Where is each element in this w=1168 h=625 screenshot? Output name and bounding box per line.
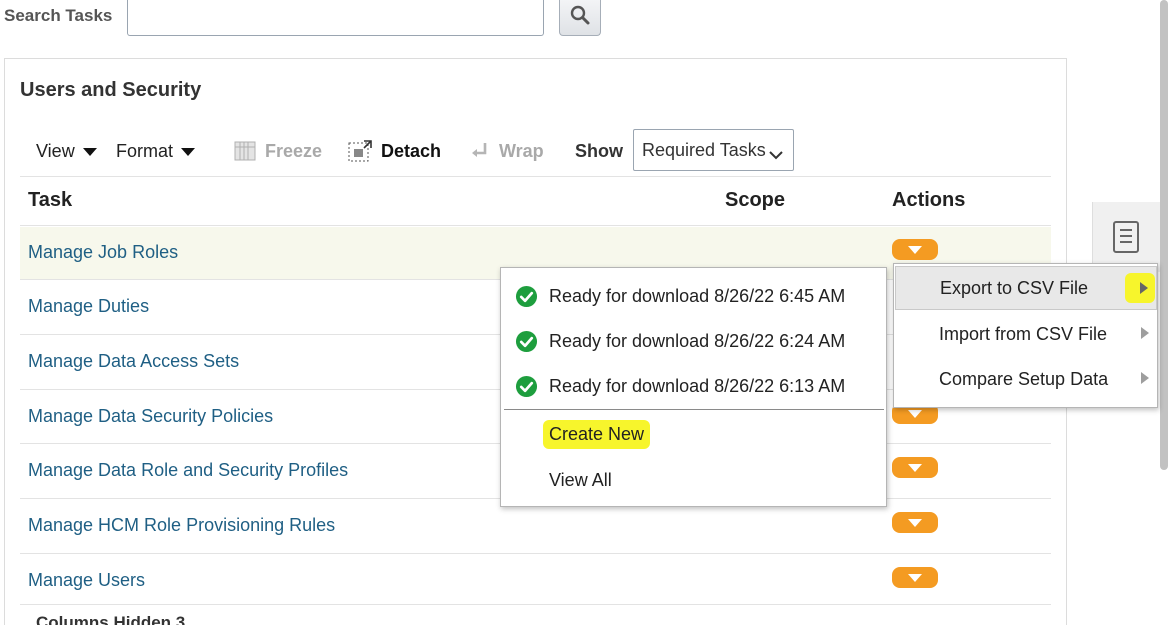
check-circle-icon <box>515 285 538 308</box>
download-item-label: Ready for download 8/26/22 6:13 AM <box>549 376 846 396</box>
task-link-manage-users[interactable]: Manage Users <box>28 570 145 591</box>
check-circle-icon <box>515 375 538 398</box>
popup-divider <box>504 409 884 410</box>
detach-button[interactable]: Detach <box>348 140 441 162</box>
create-new-link[interactable]: Create New <box>543 420 651 449</box>
search-tasks-label: Search Tasks <box>4 6 113 25</box>
header-divider <box>20 225 1051 226</box>
task-link-manage-data-role-security-profiles[interactable]: Manage Data Role and Security Profiles <box>28 460 348 481</box>
document-list-icon <box>1113 221 1139 253</box>
actions-dropdown-button[interactable] <box>892 457 938 478</box>
wrap-button[interactable]: Wrap <box>470 140 544 162</box>
show-select[interactable]: Required Tasks <box>633 129 794 171</box>
search-button[interactable] <box>559 0 601 36</box>
table-top-divider <box>20 176 1051 177</box>
download-item[interactable]: Ready for download 8/26/22 6:45 AM <box>515 285 845 308</box>
actions-menu: Export to CSV File Import from CSV File … <box>893 263 1158 408</box>
wrap-icon <box>470 141 490 161</box>
task-link-manage-data-access-sets[interactable]: Manage Data Access Sets <box>28 351 239 372</box>
menu-item-label: Compare Setup Data <box>939 368 1109 389</box>
caret-down-icon <box>181 148 196 156</box>
submenu-arrow-icon <box>1141 372 1149 384</box>
row-divider <box>20 553 1051 554</box>
vertical-scrollbar[interactable] <box>1160 0 1168 470</box>
actions-dropdown-button[interactable] <box>892 512 938 533</box>
menu-item-import-csv[interactable]: Import from CSV File <box>895 312 1157 356</box>
side-panel-tab[interactable] <box>1092 202 1168 272</box>
actions-dropdown-button[interactable] <box>892 567 938 588</box>
menu-item-label: Import from CSV File <box>939 323 1108 344</box>
column-header-task[interactable]: Task <box>28 189 72 212</box>
task-link-manage-job-roles[interactable]: Manage Job Roles <box>28 242 178 263</box>
view-all-link[interactable]: View All <box>549 470 612 491</box>
view-menu[interactable]: View <box>36 140 97 162</box>
submenu-arrow-icon <box>1141 327 1149 339</box>
task-link-manage-duties[interactable]: Manage Duties <box>28 296 149 317</box>
task-link-manage-data-security-policies[interactable]: Manage Data Security Policies <box>28 406 273 427</box>
wrap-label: Wrap <box>499 140 544 161</box>
format-menu[interactable]: Format <box>116 140 196 162</box>
freeze-label: Freeze <box>265 140 323 161</box>
chevron-down-icon <box>769 144 783 165</box>
format-label: Format <box>116 140 174 161</box>
show-label: Show <box>575 140 623 161</box>
download-item-label: Ready for download 8/26/22 6:45 AM <box>549 286 846 306</box>
caret-down-icon <box>82 148 97 156</box>
menu-item-export-csv[interactable]: Export to CSV File <box>895 266 1157 310</box>
magnifier-icon <box>569 4 591 31</box>
view-label: View <box>36 140 75 161</box>
download-item[interactable]: Ready for download 8/26/22 6:13 AM <box>515 375 845 398</box>
row-divider <box>20 604 1051 605</box>
task-link-manage-hcm-role-provisioning-rules[interactable]: Manage HCM Role Provisioning Rules <box>28 515 335 536</box>
export-downloads-popup: Ready for download 8/26/22 6:45 AM Ready… <box>500 267 887 507</box>
detach-label: Detach <box>381 140 442 161</box>
freeze-columns-icon <box>234 141 256 161</box>
panel-title: Users and Security <box>20 79 202 101</box>
detach-icon <box>348 140 372 162</box>
menu-item-compare-setup-data[interactable]: Compare Setup Data <box>895 357 1157 401</box>
freeze-button[interactable]: Freeze <box>234 140 322 162</box>
columns-hidden-status: Columns Hidden 3 <box>36 613 186 625</box>
check-circle-icon <box>515 330 538 353</box>
actions-dropdown-button[interactable] <box>892 239 938 260</box>
menu-item-label: Export to CSV File <box>940 277 1089 298</box>
download-item[interactable]: Ready for download 8/26/22 6:24 AM <box>515 330 845 353</box>
download-item-label: Ready for download 8/26/22 6:24 AM <box>549 331 846 351</box>
column-header-scope[interactable]: Scope <box>725 189 785 212</box>
show-selected-value: Required Tasks <box>642 139 766 160</box>
column-header-actions[interactable]: Actions <box>892 189 965 212</box>
search-tasks-input[interactable] <box>127 0 544 36</box>
submenu-arrow-icon <box>1140 282 1148 294</box>
